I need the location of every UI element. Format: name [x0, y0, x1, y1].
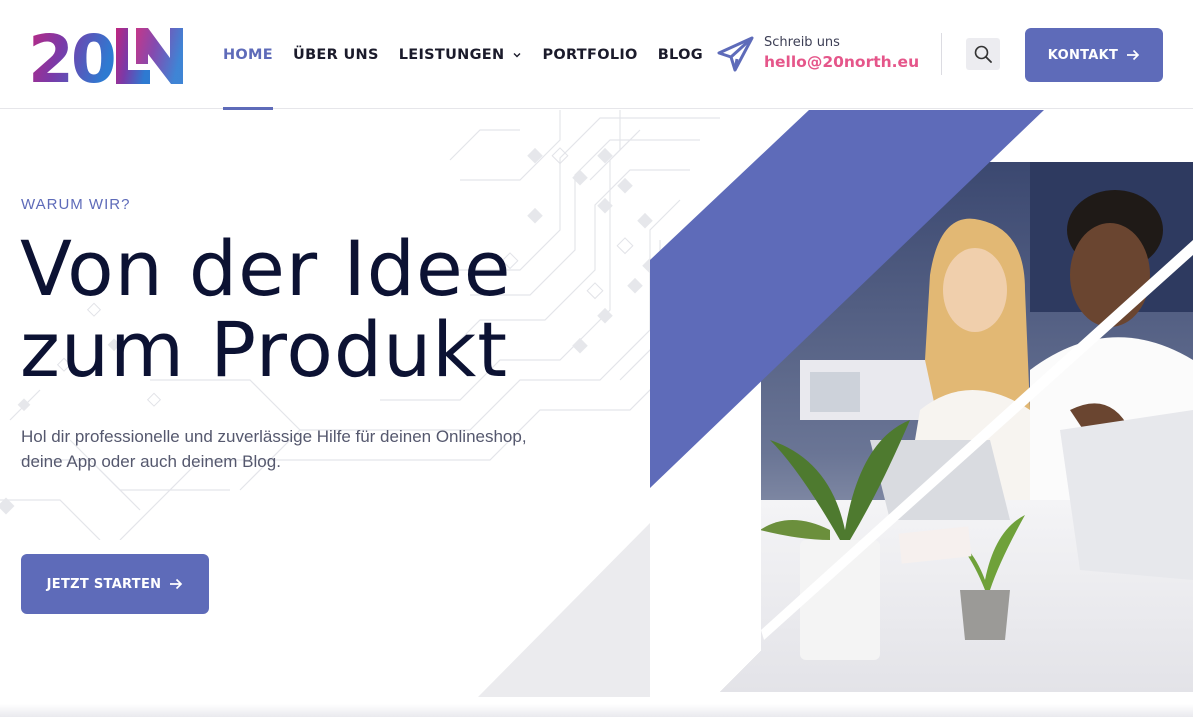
nav-item-portfolio[interactable]: PORTFOLIO — [542, 0, 637, 109]
nav-item-label: HOME — [223, 46, 273, 63]
nav-item-label: LEISTUNGEN — [398, 46, 505, 63]
contact-label: Schreib uns — [764, 35, 840, 50]
nav-item-label: BLOG — [657, 46, 703, 63]
nav-item-home[interactable]: HOME — [223, 0, 273, 110]
cta-button-label: JETZT STARTEN — [46, 576, 162, 592]
nav-item-label: ÜBER UNS — [293, 46, 379, 63]
svg-text:20: 20 — [28, 24, 114, 86]
jetzt-starten-button[interactable]: JETZT STARTEN — [21, 554, 209, 614]
chevron-down-icon — [513, 52, 521, 57]
hero-headline-line2: zum Produkt — [20, 305, 509, 394]
arrow-right-icon — [170, 578, 183, 590]
paper-plane-icon — [717, 36, 754, 72]
hero-headline-line1: Von der Idee — [20, 224, 512, 313]
nav-item-leistungen[interactable]: LEISTUNGEN — [399, 0, 523, 109]
contact-email-block[interactable]: Schreib uns hello@20north.eu — [716, 34, 919, 74]
hero-eyebrow: WARUM WIR? — [21, 196, 131, 213]
nav-item-blog[interactable]: BLOG — [658, 0, 703, 109]
header-divider — [941, 33, 942, 75]
arrow-right-icon — [1127, 49, 1140, 61]
nav-item-ueber-uns[interactable]: ÜBER UNS — [293, 0, 379, 109]
search-icon — [974, 45, 992, 63]
kontakt-button-label: KONTAKT — [1047, 47, 1119, 63]
contact-email-link[interactable]: hello@20north.eu — [764, 51, 919, 73]
brand-logo[interactable]: 20 — [28, 24, 186, 86]
hero-image — [478, 110, 1193, 697]
nav-item-label: PORTFOLIO — [542, 46, 638, 63]
search-button[interactable] — [966, 38, 1000, 70]
main-nav: HOME ÜBER UNS LEISTUNGEN PORTFOLIO BLOG — [223, 0, 723, 110]
site-header: 20 HOME ÜBER UNS LEISTUNGEN PORTFOLIO BL… — [0, 0, 1193, 110]
section-divider — [0, 704, 1193, 717]
kontakt-button[interactable]: KONTAKT — [1025, 28, 1163, 82]
